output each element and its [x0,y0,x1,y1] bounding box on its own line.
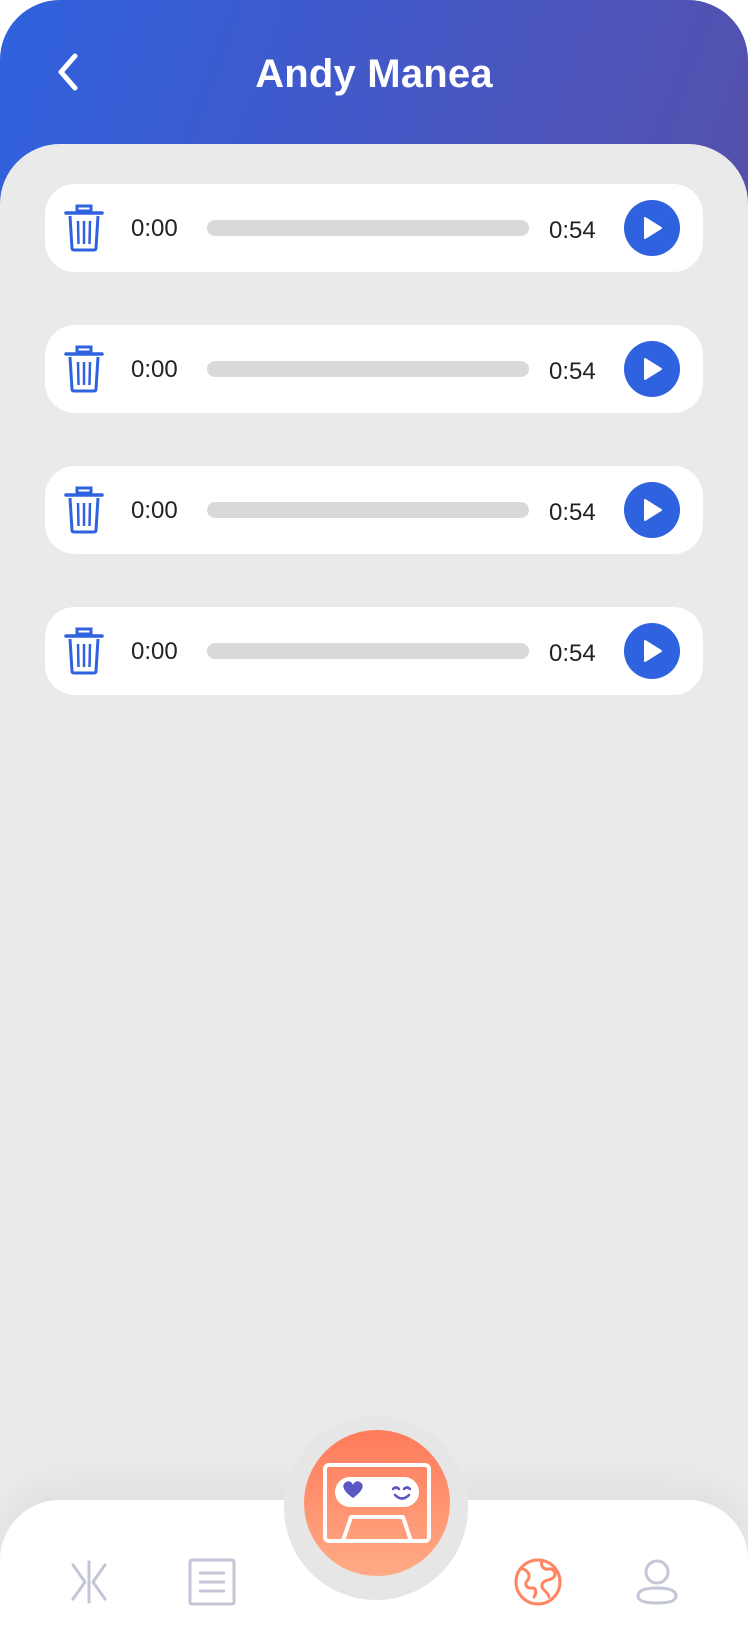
play-button[interactable] [624,200,680,256]
cassette-tape-icon [323,1463,431,1543]
page-title: Andy Manea [255,52,493,96]
trash-icon [64,627,104,675]
recording-row: 0:00 0:54 [45,466,703,554]
current-time: 0:00 [131,356,178,383]
duration: 0:54 [549,217,596,244]
delete-button[interactable] [63,486,105,534]
play-icon [644,640,662,662]
tab-center-cassette[interactable] [304,1430,450,1576]
trash-icon [64,204,104,252]
recordings-panel: 0:00 0:54 0:00 0:54 0:00 0:54 0:00 0:54 [0,144,748,1544]
app-screen: Andy Manea 0:00 0:54 0:00 0:54 0:00 0:54… [0,0,748,1644]
progress-bar[interactable] [207,361,529,377]
recording-row: 0:00 0:54 [45,607,703,695]
trash-icon [64,345,104,393]
duration: 0:54 [549,640,596,667]
duration: 0:54 [549,358,596,385]
progress-bar[interactable] [207,643,529,659]
document-list-icon [188,1558,236,1606]
matches-icon [71,1560,107,1604]
trash-icon [64,486,104,534]
delete-button[interactable] [63,345,105,393]
recordings-list: 0:00 0:54 0:00 0:54 0:00 0:54 0:00 0:54 [45,184,703,748]
current-time: 0:00 [131,638,178,665]
duration: 0:54 [549,499,596,526]
tab-list[interactable] [186,1556,238,1608]
play-icon [644,358,662,380]
tab-matches[interactable] [63,1556,115,1608]
play-icon [644,499,662,521]
progress-bar[interactable] [207,502,529,518]
play-button[interactable] [624,623,680,679]
profile-icon [636,1559,678,1605]
tab-profile[interactable] [631,1556,683,1608]
tab-globe[interactable] [512,1556,564,1608]
recording-row: 0:00 0:54 [45,325,703,413]
current-time: 0:00 [131,215,178,242]
play-button[interactable] [624,341,680,397]
play-icon [644,217,662,239]
delete-button[interactable] [63,627,105,675]
progress-bar[interactable] [207,220,529,236]
current-time: 0:00 [131,497,178,524]
play-button[interactable] [624,482,680,538]
delete-button[interactable] [63,204,105,252]
recording-row: 0:00 0:54 [45,184,703,272]
globe-icon [514,1558,562,1606]
